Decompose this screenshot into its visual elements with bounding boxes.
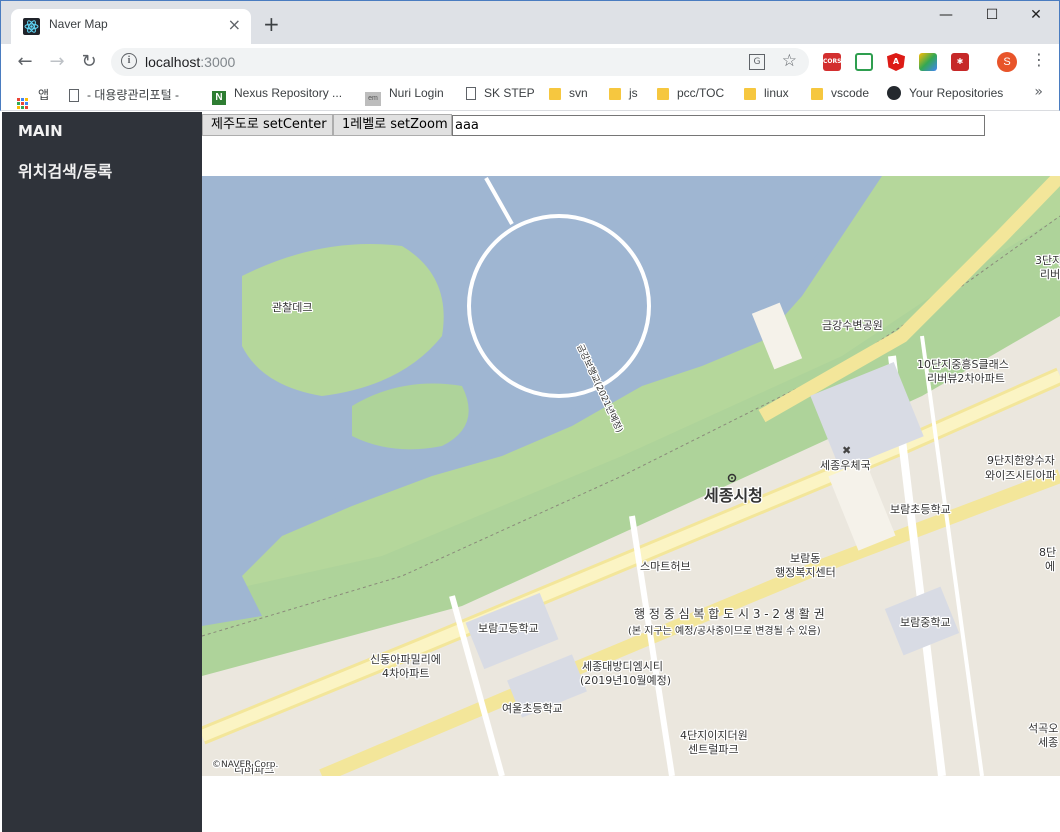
apps-grid-icon (17, 98, 28, 109)
bookmark-nexus[interactable]: N Nexus Repository ... (212, 86, 342, 105)
bug-extension-icon[interactable]: ✱ (951, 53, 969, 71)
sidebar-title[interactable]: MAIN (18, 122, 63, 140)
label-apt-4b: 센트럴파크 (688, 743, 739, 756)
em-icon: em (365, 92, 381, 106)
tab-close-icon[interactable]: × (228, 16, 241, 34)
bookmark-star-icon[interactable]: ☆ (782, 51, 797, 71)
label-admin-zone-note: (본 지구는 예정/공사중이므로 변경될 수 있음) (628, 624, 821, 637)
label-apt-daebang-b: (2019년10월예정) (580, 674, 671, 687)
bookmark-nuri[interactable]: em Nuri Login (365, 86, 444, 106)
bookmark-js[interactable]: js (609, 86, 638, 100)
label-apt-8b: 에 (1045, 560, 1055, 573)
label-apt-3b: 리버 (1040, 268, 1060, 281)
green-extension-icon[interactable] (855, 53, 873, 71)
label-apt-shindong: 신동아파밀리에 (370, 653, 441, 666)
back-arrow-icon[interactable]: ← (13, 50, 37, 74)
cors-extension-icon[interactable]: CORS (823, 53, 841, 71)
label-apt-8: 8단 (1039, 546, 1056, 559)
label-boram-middle: 보람중학교 (900, 616, 951, 629)
page-icon (69, 89, 79, 102)
bookmarks-bar: 앱 - 대용량관리포털 - N Nexus Repository ... em Nu… (0, 80, 1060, 111)
page-icon (466, 87, 476, 100)
map-copyright: ©NAVER Corp. (212, 760, 278, 770)
label-city-hall: 세종시청 (704, 486, 763, 505)
minimize-icon[interactable]: — (923, 7, 969, 23)
bookmark-apps[interactable]: 앱 (17, 86, 49, 109)
angular-extension-icon[interactable]: A (887, 53, 905, 71)
label-admin-zone: 행 정 중 심 복 합 도 시 3 - 2 생 활 권 (634, 606, 825, 621)
set-zoom-button[interactable]: 1레벨로 setZoom (333, 114, 452, 136)
label-boram-welfare: 보람동 (790, 552, 820, 565)
post-office-icon: ✖ (842, 444, 851, 457)
tab-title: Naver Map (49, 17, 108, 31)
github-icon (887, 86, 901, 100)
map-svg: 관찰데크 금강수변공원 금강보행교(2021년예정) 10단지중흥S클래스 리버… (202, 176, 1060, 776)
label-apt-10: 10단지중흥S클래스 (917, 357, 1009, 371)
bookmark-svn[interactable]: svn (549, 86, 588, 100)
site-info-icon[interactable]: i (121, 53, 137, 69)
label-apt-10b: 리버뷰2차아파트 (927, 372, 1005, 385)
browser-tab[interactable]: Naver Map × (11, 9, 251, 45)
nexus-icon: N (212, 91, 226, 105)
window-close-icon[interactable]: ✕ (1013, 7, 1059, 23)
label-smart-hub: 스마트허브 (640, 560, 691, 573)
folder-icon (657, 88, 669, 100)
browser-titlebar: Naver Map × + — ☐ ✕ (0, 0, 1060, 45)
react-icon (23, 18, 40, 35)
new-tab-button[interactable]: + (263, 14, 280, 34)
search-input[interactable] (452, 115, 985, 136)
folder-icon (811, 88, 823, 100)
label-apt-seokgok-b: 세종 (1038, 736, 1058, 749)
menu-dots-icon[interactable]: ⋮ (1031, 50, 1047, 69)
label-boram-high: 보람고등학교 (478, 622, 539, 635)
chevron-more-icon[interactable]: » (1034, 84, 1043, 100)
sidebar-item-location[interactable]: 위치검색/등록 (18, 158, 112, 182)
browser-toolbar: ← → ↻ i localhost:3000 G ☆ CORS A ✱ S ⋮ (0, 44, 1060, 80)
reload-icon[interactable]: ↻ (77, 50, 101, 74)
label-post-office: 세종우체국 (820, 459, 871, 472)
bookmark-linux[interactable]: linux (744, 86, 789, 100)
forward-arrow-icon[interactable]: → (45, 50, 69, 74)
label-yeoul-elem: 여울초등학교 (502, 702, 563, 715)
label-observation-deck: 관찰데크 (272, 301, 312, 314)
bookmark-pcc-toc[interactable]: pcc/TOC (657, 86, 724, 100)
map-canvas[interactable]: 관찰데크 금강수변공원 금강보행교(2021년예정) 10단지중흥S클래스 리버… (202, 176, 1060, 776)
label-apt-9: 9단지한양수자 (987, 454, 1055, 467)
label-apt-4: 4단지이지더원 (680, 729, 748, 742)
address-bar[interactable]: i localhost:3000 G ☆ (111, 48, 809, 76)
label-apt-daebang: 세종대방디엠시티 (582, 660, 663, 673)
label-apt-shindong-b: 4차아파트 (382, 667, 429, 680)
multicolor-extension-icon[interactable] (919, 53, 937, 71)
url-text: localhost:3000 (145, 54, 236, 70)
bookmark-skstep[interactable]: SK STEP (466, 86, 535, 100)
translate-icon[interactable]: G (749, 54, 765, 70)
maximize-icon[interactable]: ☐ (969, 7, 1015, 23)
label-boram-welfare-b: 행정복지센터 (775, 566, 836, 579)
sidebar: MAIN 위치검색/등록 (2, 112, 202, 832)
bookmark-vscode[interactable]: vscode (811, 86, 869, 100)
label-apt-3: 3단지 (1035, 254, 1060, 267)
label-apt-seokgok: 석곡오 (1028, 722, 1058, 735)
bookmark-portal[interactable]: - 대용량관리포털 - (69, 86, 179, 103)
folder-icon (609, 88, 621, 100)
folder-icon (549, 88, 561, 100)
label-apt-9b: 와이즈시티아파 (985, 469, 1056, 482)
profile-avatar[interactable]: S (997, 52, 1017, 72)
bookmark-github[interactable]: Your Repositories (887, 86, 1003, 100)
label-boram-elem: 보람초등학교 (890, 503, 951, 516)
set-center-button[interactable]: 제주도로 setCenter (202, 114, 333, 136)
folder-icon (744, 88, 756, 100)
label-riverside-park: 금강수변공원 (822, 319, 883, 332)
